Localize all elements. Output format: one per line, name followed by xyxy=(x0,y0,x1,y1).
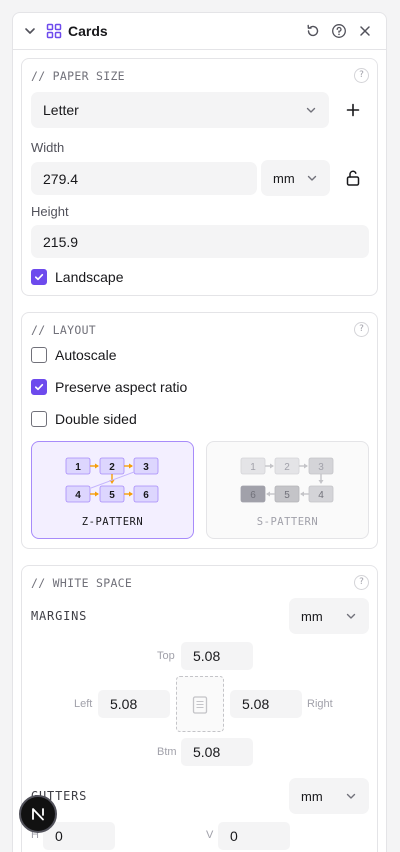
s-pattern-diagram-icon: 1 2 3 6 5 4 xyxy=(240,457,334,503)
right-margin-label: Right xyxy=(307,698,333,710)
gutters-unit-select[interactable]: mm xyxy=(289,778,369,814)
top-margin-input[interactable]: 5.08 xyxy=(181,642,253,670)
panel-title: Cards xyxy=(68,23,108,39)
white-space-section: // WHITE SPACE ? MARGINS mm Top 5.08 Lef… xyxy=(21,565,378,852)
unit-select[interactable]: mm xyxy=(261,160,330,196)
svg-text:5: 5 xyxy=(284,490,290,501)
bottom-margin-input[interactable]: 5.08 xyxy=(181,738,253,766)
paper-preset-select[interactable]: Letter xyxy=(31,92,329,128)
svg-text:2: 2 xyxy=(109,462,115,473)
chevron-down-icon xyxy=(346,793,356,799)
preserve-aspect-checkbox[interactable]: Preserve aspect ratio xyxy=(31,379,187,395)
paper-preset-value: Letter xyxy=(43,102,79,118)
layout-title: // LAYOUT xyxy=(31,323,97,337)
close-icon[interactable] xyxy=(357,23,373,39)
page-preview xyxy=(176,676,224,732)
checkbox-unchecked-icon xyxy=(31,347,47,363)
z-pattern-diagram-icon: 1 2 3 4 5 6 xyxy=(65,457,159,503)
checkbox-unchecked-icon xyxy=(31,411,47,427)
svg-text:3: 3 xyxy=(143,462,149,473)
svg-text:6: 6 xyxy=(250,490,256,501)
autoscale-checkbox[interactable]: Autoscale xyxy=(31,347,116,363)
right-margin-input[interactable]: 5.08 xyxy=(230,690,302,718)
chevron-down-icon xyxy=(306,107,316,113)
width-label: Width xyxy=(31,140,65,155)
svg-text:6: 6 xyxy=(143,490,149,501)
top-margin-label: Top xyxy=(157,650,175,662)
z-pattern-option[interactable]: 1 2 3 4 5 6 Z-PATTERN xyxy=(31,441,194,539)
height-label: Height xyxy=(31,204,69,219)
reset-icon[interactable] xyxy=(305,23,321,39)
panel-header: Cards xyxy=(13,13,386,50)
layout-section: // LAYOUT ? Autoscale Preserve aspect ra… xyxy=(21,312,378,549)
app-badge-button[interactable] xyxy=(19,795,57,833)
gutters-unit-value: mm xyxy=(301,788,323,804)
left-margin-label: Left xyxy=(74,698,93,710)
page-icon xyxy=(192,696,208,714)
landscape-label: Landscape xyxy=(55,269,124,285)
help-icon[interactable]: ? xyxy=(354,322,369,337)
s-pattern-label: S-PATTERN xyxy=(256,516,319,528)
grid-icon xyxy=(46,23,62,39)
preserve-aspect-label: Preserve aspect ratio xyxy=(55,379,188,395)
margins-label: MARGINS xyxy=(31,609,88,623)
autoscale-label: Autoscale xyxy=(55,347,117,363)
landscape-checkbox[interactable]: Landscape xyxy=(31,269,124,285)
svg-text:2: 2 xyxy=(284,462,290,473)
v-gutter-input[interactable]: 0 xyxy=(218,822,290,850)
checkbox-checked-icon xyxy=(31,379,47,395)
width-input[interactable]: 279.4 xyxy=(31,162,257,195)
unlock-icon[interactable] xyxy=(345,169,361,187)
s-pattern-option[interactable]: 1 2 3 6 5 4 S-PATTERN xyxy=(206,441,369,539)
help-icon[interactable] xyxy=(331,23,347,39)
svg-text:4: 4 xyxy=(75,490,81,501)
help-icon[interactable]: ? xyxy=(354,68,369,83)
paper-size-section: // PAPER SIZE ? Letter Width 279.4 mm He… xyxy=(21,58,378,296)
height-input[interactable]: 215.9 xyxy=(31,225,369,258)
svg-text:1: 1 xyxy=(250,462,256,473)
svg-text:3: 3 xyxy=(318,462,324,473)
paper-size-title: // PAPER SIZE xyxy=(31,69,125,83)
svg-text:5: 5 xyxy=(109,490,115,501)
n-logo-icon xyxy=(32,808,44,821)
margins-unit-value: mm xyxy=(301,608,323,624)
help-icon[interactable]: ? xyxy=(354,575,369,590)
double-sided-checkbox[interactable]: Double sided xyxy=(31,411,137,427)
left-margin-input[interactable]: 5.08 xyxy=(98,690,170,718)
add-icon[interactable] xyxy=(345,102,361,118)
h-gutter-input[interactable]: 0 xyxy=(43,822,115,850)
bottom-margin-label: Btm xyxy=(157,746,177,758)
chevron-down-icon xyxy=(346,613,356,619)
double-sided-label: Double sided xyxy=(55,411,137,427)
white-space-title: // WHITE SPACE xyxy=(31,576,133,590)
unit-value: mm xyxy=(273,170,295,186)
chevron-down-icon xyxy=(307,175,317,181)
checkbox-checked-icon xyxy=(31,269,47,285)
chevron-down-icon[interactable] xyxy=(23,24,37,38)
v-gutter-label: V xyxy=(206,829,214,841)
margins-unit-select[interactable]: mm xyxy=(289,598,369,634)
svg-text:1: 1 xyxy=(75,462,81,473)
z-pattern-label: Z-PATTERN xyxy=(81,516,144,528)
cards-panel: Cards // PAPER SIZE ? Letter Width 279.4… xyxy=(12,12,387,852)
svg-text:4: 4 xyxy=(318,490,324,501)
